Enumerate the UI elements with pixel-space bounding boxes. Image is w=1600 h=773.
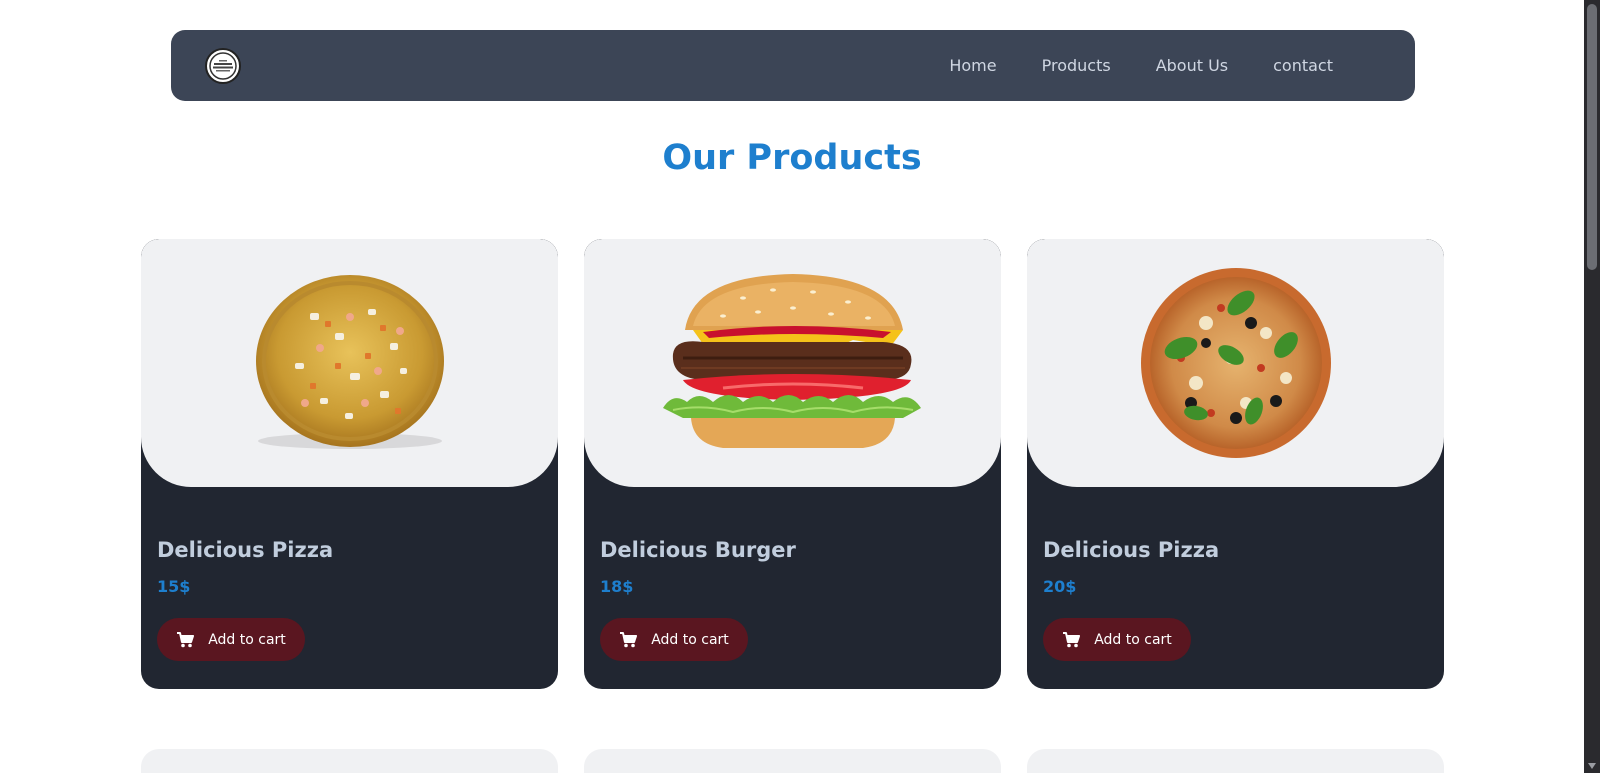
page-scrollbar[interactable]	[1584, 0, 1600, 773]
product-image-area	[584, 239, 1001, 487]
page-title: Our Products	[662, 138, 922, 178]
product-card: Delicious Pizza 20$ Add to cart	[1027, 239, 1444, 689]
product-card-peek	[584, 749, 1001, 773]
scrollbar-thumb[interactable]	[1587, 4, 1597, 270]
product-card-peek	[1027, 749, 1444, 773]
product-price: 18$	[600, 577, 634, 596]
cart-icon	[176, 631, 195, 648]
product-price: 15$	[157, 577, 191, 596]
scroll-down-arrow-icon[interactable]	[1588, 763, 1596, 769]
pizza-image	[255, 275, 444, 449]
product-name: Delicious Pizza	[1043, 538, 1220, 562]
add-to-cart-label: Add to cart	[1094, 631, 1172, 648]
product-card: Delicious Burger 18$ Add to cart	[584, 239, 1001, 689]
product-name: Delicious Pizza	[157, 538, 334, 562]
cart-icon	[619, 631, 638, 648]
logo-icon[interactable]	[205, 47, 241, 84]
product-card: Delicious Pizza 15$ Add to cart	[141, 239, 558, 689]
product-image-area	[1027, 239, 1444, 487]
product-price: 20$	[1043, 577, 1077, 596]
page: Home Products About Us contact Our Produ…	[0, 0, 1584, 773]
nav-link-contact[interactable]: contact	[1273, 56, 1333, 75]
pizza-image	[1140, 268, 1331, 458]
add-to-cart-button[interactable]: Add to cart	[600, 618, 748, 661]
add-to-cart-button[interactable]: Add to cart	[1043, 618, 1191, 661]
product-image-area	[141, 239, 558, 487]
nav-link-products[interactable]: Products	[1042, 56, 1111, 75]
cart-icon	[1062, 631, 1081, 648]
nav-links: Home Products About Us contact	[949, 56, 1333, 75]
add-to-cart-label: Add to cart	[651, 631, 729, 648]
product-card-peek	[141, 749, 558, 773]
navbar: Home Products About Us contact	[171, 30, 1415, 101]
burger-image	[662, 274, 921, 448]
nav-link-about-us[interactable]: About Us	[1156, 56, 1228, 75]
add-to-cart-button[interactable]: Add to cart	[157, 618, 305, 661]
add-to-cart-label: Add to cart	[208, 631, 286, 648]
nav-link-home[interactable]: Home	[949, 56, 996, 75]
product-name: Delicious Burger	[600, 538, 796, 562]
